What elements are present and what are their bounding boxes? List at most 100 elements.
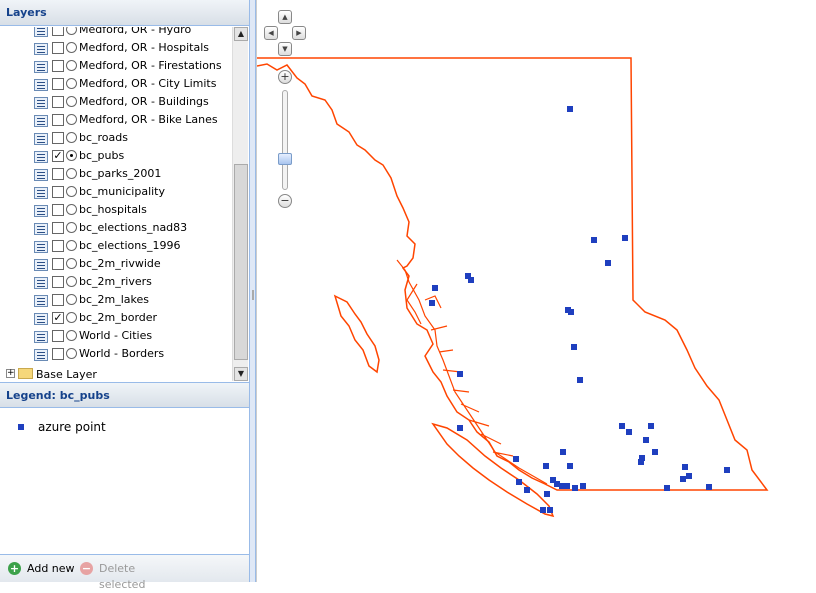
- layer-node[interactable]: bc_municipality: [0, 183, 232, 201]
- base-layer-node[interactable]: + Base Layer: [0, 366, 232, 382]
- layer-active-radio[interactable]: [66, 204, 77, 215]
- layer-node[interactable]: ✓ bc_pubs: [0, 147, 232, 165]
- legend-toggle-icon[interactable]: [34, 97, 48, 109]
- expand-icon[interactable]: +: [6, 369, 15, 378]
- layer-visibility-checkbox[interactable]: [52, 27, 64, 36]
- layer-visibility-checkbox[interactable]: [52, 168, 64, 180]
- legend-toggle-icon[interactable]: [34, 259, 48, 271]
- layer-visibility-checkbox[interactable]: [52, 60, 64, 72]
- layer-visibility-checkbox[interactable]: [52, 186, 64, 198]
- layer-node[interactable]: World - Cities: [0, 327, 232, 345]
- legend-toggle-icon[interactable]: [34, 79, 48, 91]
- legend-toggle-icon[interactable]: [34, 223, 48, 235]
- layer-visibility-checkbox[interactable]: [52, 222, 64, 234]
- pub-point: [457, 425, 463, 431]
- layer-visibility-checkbox[interactable]: [52, 294, 64, 306]
- layer-visibility-checkbox[interactable]: ✓: [52, 150, 64, 162]
- pan-down-icon[interactable]: ▼: [278, 42, 292, 56]
- add-new-button[interactable]: + Add new: [8, 561, 78, 577]
- layer-visibility-checkbox[interactable]: [52, 348, 64, 360]
- legend-toggle-icon[interactable]: [34, 277, 48, 289]
- layer-node[interactable]: Medford, OR - Hydro: [0, 27, 232, 39]
- layer-node[interactable]: bc_2m_rivers: [0, 273, 232, 291]
- layer-active-radio[interactable]: [66, 312, 77, 323]
- layer-node[interactable]: bc_elections_nad83: [0, 219, 232, 237]
- layer-node[interactable]: bc_2m_rivwide: [0, 255, 232, 273]
- layer-visibility-checkbox[interactable]: [52, 330, 64, 342]
- layer-node[interactable]: bc_roads: [0, 129, 232, 147]
- pub-point: [577, 377, 583, 383]
- splitter-grip-icon[interactable]: [252, 290, 254, 300]
- layer-node[interactable]: bc_2m_lakes: [0, 291, 232, 309]
- zoom-in-button[interactable]: +: [278, 70, 292, 84]
- zoom-slider-track[interactable]: [282, 90, 288, 190]
- layer-active-radio[interactable]: [66, 294, 77, 305]
- legend-body: azure point: [0, 409, 249, 554]
- layer-node[interactable]: Medford, OR - Hospitals: [0, 39, 232, 57]
- layer-active-radio[interactable]: [66, 348, 77, 359]
- layer-tree-scrollbar[interactable]: ▲ ▼: [232, 27, 248, 381]
- zoom-slider-handle[interactable]: [278, 153, 292, 165]
- layer-active-radio[interactable]: [66, 60, 77, 71]
- scroll-down-icon[interactable]: ▼: [234, 367, 248, 381]
- layer-visibility-checkbox[interactable]: [52, 114, 64, 126]
- layer-visibility-checkbox[interactable]: [52, 132, 64, 144]
- layer-visibility-checkbox[interactable]: ✓: [52, 312, 64, 324]
- layer-active-radio[interactable]: [66, 186, 77, 197]
- layer-active-radio[interactable]: [66, 168, 77, 179]
- legend-toggle-icon[interactable]: [34, 349, 48, 361]
- legend-toggle-icon[interactable]: [34, 295, 48, 307]
- layer-node[interactable]: Medford, OR - City Limits: [0, 75, 232, 93]
- pan-left-icon[interactable]: ◀: [264, 26, 278, 40]
- bottom-toolbar: + Add new − Delete selected: [0, 554, 249, 591]
- map-viewport[interactable]: ▲ ◀ ▶ ▼ + −: [256, 0, 816, 582]
- zoom-out-button[interactable]: −: [278, 194, 292, 208]
- pan-up-icon[interactable]: ▲: [278, 10, 292, 24]
- layer-active-radio[interactable]: [66, 42, 77, 53]
- layer-node[interactable]: World - Borders: [0, 345, 232, 363]
- layer-visibility-checkbox[interactable]: [52, 78, 64, 90]
- layer-node[interactable]: ✓ bc_2m_border: [0, 309, 232, 327]
- layer-visibility-checkbox[interactable]: [52, 258, 64, 270]
- layer-visibility-checkbox[interactable]: [52, 204, 64, 216]
- layer-active-radio[interactable]: [66, 222, 77, 233]
- layer-active-radio[interactable]: [66, 150, 77, 161]
- scrollbar-thumb[interactable]: [234, 164, 248, 360]
- legend-toggle-icon[interactable]: [34, 151, 48, 163]
- legend-toggle-icon[interactable]: [34, 133, 48, 145]
- legend-toggle-icon[interactable]: [34, 27, 48, 37]
- layer-node[interactable]: Medford, OR - Firestations: [0, 57, 232, 75]
- layer-active-radio[interactable]: [66, 258, 77, 269]
- legend-panel-title: Legend: bc_pubs: [0, 382, 249, 408]
- layer-visibility-checkbox[interactable]: [52, 276, 64, 288]
- layer-visibility-checkbox[interactable]: [52, 96, 64, 108]
- layer-active-radio[interactable]: [66, 330, 77, 341]
- layer-visibility-checkbox[interactable]: [52, 240, 64, 252]
- layer-visibility-checkbox[interactable]: [52, 42, 64, 54]
- delete-selected-button[interactable]: − Delete selected: [80, 561, 180, 591]
- legend-toggle-icon[interactable]: [34, 241, 48, 253]
- legend-toggle-icon[interactable]: [34, 43, 48, 55]
- layer-node[interactable]: Medford, OR - Bike Lanes: [0, 111, 232, 129]
- layer-node[interactable]: bc_hospitals: [0, 201, 232, 219]
- layer-node[interactable]: bc_parks_2001: [0, 165, 232, 183]
- layer-active-radio[interactable]: [66, 96, 77, 107]
- scroll-up-icon[interactable]: ▲: [234, 27, 248, 41]
- layer-active-radio[interactable]: [66, 114, 77, 125]
- pan-right-icon[interactable]: ▶: [292, 26, 306, 40]
- layer-node[interactable]: bc_elections_1996: [0, 237, 232, 255]
- map-canvas[interactable]: [257, 0, 816, 582]
- layer-active-radio[interactable]: [66, 240, 77, 251]
- legend-toggle-icon[interactable]: [34, 313, 48, 325]
- layer-active-radio[interactable]: [66, 132, 77, 143]
- legend-toggle-icon[interactable]: [34, 331, 48, 343]
- legend-toggle-icon[interactable]: [34, 61, 48, 73]
- layer-active-radio[interactable]: [66, 78, 77, 89]
- layer-active-radio[interactable]: [66, 27, 77, 35]
- layer-node[interactable]: Medford, OR - Buildings: [0, 93, 232, 111]
- legend-toggle-icon[interactable]: [34, 169, 48, 181]
- legend-toggle-icon[interactable]: [34, 115, 48, 127]
- legend-toggle-icon[interactable]: [34, 187, 48, 199]
- legend-toggle-icon[interactable]: [34, 205, 48, 217]
- layer-active-radio[interactable]: [66, 276, 77, 287]
